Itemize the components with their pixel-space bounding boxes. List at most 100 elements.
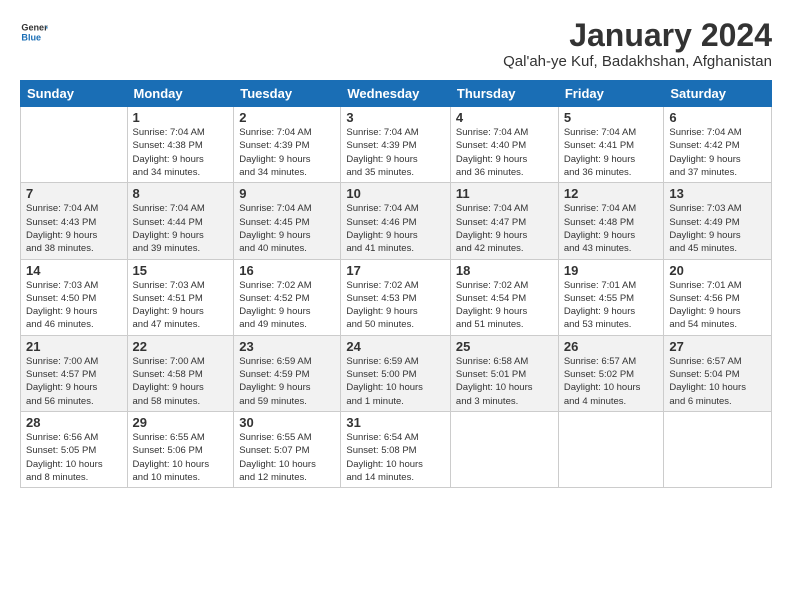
day-info: Sunrise: 7:01 AM Sunset: 4:56 PM Dayligh… <box>669 279 766 332</box>
day-info: Sunrise: 7:03 AM Sunset: 4:49 PM Dayligh… <box>669 202 766 255</box>
day-info: Sunrise: 6:55 AM Sunset: 5:06 PM Dayligh… <box>133 431 229 484</box>
table-row: 7Sunrise: 7:04 AM Sunset: 4:43 PM Daylig… <box>21 183 128 259</box>
week-row-4: 28Sunrise: 6:56 AM Sunset: 5:05 PM Dayli… <box>21 411 772 487</box>
day-number: 27 <box>669 339 766 354</box>
day-number: 2 <box>239 110 335 125</box>
table-row: 15Sunrise: 7:03 AM Sunset: 4:51 PM Dayli… <box>127 259 234 335</box>
table-row: 21Sunrise: 7:00 AM Sunset: 4:57 PM Dayli… <box>21 335 128 411</box>
day-info: Sunrise: 6:57 AM Sunset: 5:02 PM Dayligh… <box>564 355 659 408</box>
table-row: 1Sunrise: 7:04 AM Sunset: 4:38 PM Daylig… <box>127 107 234 183</box>
table-row: 27Sunrise: 6:57 AM Sunset: 5:04 PM Dayli… <box>664 335 772 411</box>
table-row: 3Sunrise: 7:04 AM Sunset: 4:39 PM Daylig… <box>341 107 451 183</box>
day-number: 28 <box>26 415 122 430</box>
day-info: Sunrise: 7:03 AM Sunset: 4:51 PM Dayligh… <box>133 279 229 332</box>
table-row <box>21 107 128 183</box>
day-number: 17 <box>346 263 445 278</box>
day-info: Sunrise: 6:56 AM Sunset: 5:05 PM Dayligh… <box>26 431 122 484</box>
table-row: 14Sunrise: 7:03 AM Sunset: 4:50 PM Dayli… <box>21 259 128 335</box>
col-monday: Monday <box>127 81 234 107</box>
day-info: Sunrise: 7:04 AM Sunset: 4:42 PM Dayligh… <box>669 126 766 179</box>
day-info: Sunrise: 6:57 AM Sunset: 5:04 PM Dayligh… <box>669 355 766 408</box>
day-info: Sunrise: 7:04 AM Sunset: 4:39 PM Dayligh… <box>239 126 335 179</box>
table-row: 22Sunrise: 7:00 AM Sunset: 4:58 PM Dayli… <box>127 335 234 411</box>
table-row: 10Sunrise: 7:04 AM Sunset: 4:46 PM Dayli… <box>341 183 451 259</box>
table-row: 18Sunrise: 7:02 AM Sunset: 4:54 PM Dayli… <box>450 259 558 335</box>
day-number: 21 <box>26 339 122 354</box>
day-number: 25 <box>456 339 553 354</box>
table-row <box>664 411 772 487</box>
day-number: 19 <box>564 263 659 278</box>
day-info: Sunrise: 7:04 AM Sunset: 4:44 PM Dayligh… <box>133 202 229 255</box>
col-saturday: Saturday <box>664 81 772 107</box>
table-row: 20Sunrise: 7:01 AM Sunset: 4:56 PM Dayli… <box>664 259 772 335</box>
day-info: Sunrise: 6:54 AM Sunset: 5:08 PM Dayligh… <box>346 431 445 484</box>
calendar-table: Sunday Monday Tuesday Wednesday Thursday… <box>20 80 772 488</box>
svg-text:Blue: Blue <box>21 32 41 42</box>
table-row: 5Sunrise: 7:04 AM Sunset: 4:41 PM Daylig… <box>558 107 664 183</box>
day-number: 30 <box>239 415 335 430</box>
day-number: 1 <box>133 110 229 125</box>
day-number: 6 <box>669 110 766 125</box>
table-row: 19Sunrise: 7:01 AM Sunset: 4:55 PM Dayli… <box>558 259 664 335</box>
day-info: Sunrise: 6:58 AM Sunset: 5:01 PM Dayligh… <box>456 355 553 408</box>
table-row: 29Sunrise: 6:55 AM Sunset: 5:06 PM Dayli… <box>127 411 234 487</box>
day-number: 29 <box>133 415 229 430</box>
day-number: 9 <box>239 186 335 201</box>
table-row: 13Sunrise: 7:03 AM Sunset: 4:49 PM Dayli… <box>664 183 772 259</box>
day-number: 31 <box>346 415 445 430</box>
page: General Blue January 2024 Qal'ah-ye Kuf,… <box>0 0 792 612</box>
day-info: Sunrise: 6:59 AM Sunset: 4:59 PM Dayligh… <box>239 355 335 408</box>
day-number: 22 <box>133 339 229 354</box>
table-row: 12Sunrise: 7:04 AM Sunset: 4:48 PM Dayli… <box>558 183 664 259</box>
col-thursday: Thursday <box>450 81 558 107</box>
day-info: Sunrise: 6:59 AM Sunset: 5:00 PM Dayligh… <box>346 355 445 408</box>
day-number: 4 <box>456 110 553 125</box>
col-wednesday: Wednesday <box>341 81 451 107</box>
header-row: Sunday Monday Tuesday Wednesday Thursday… <box>21 81 772 107</box>
day-info: Sunrise: 7:04 AM Sunset: 4:47 PM Dayligh… <box>456 202 553 255</box>
subtitle: Qal'ah-ye Kuf, Badakhshan, Afghanistan <box>503 53 772 70</box>
day-info: Sunrise: 7:04 AM Sunset: 4:40 PM Dayligh… <box>456 126 553 179</box>
table-row: 6Sunrise: 7:04 AM Sunset: 4:42 PM Daylig… <box>664 107 772 183</box>
day-info: Sunrise: 6:55 AM Sunset: 5:07 PM Dayligh… <box>239 431 335 484</box>
day-number: 7 <box>26 186 122 201</box>
col-sunday: Sunday <box>21 81 128 107</box>
day-number: 16 <box>239 263 335 278</box>
day-number: 26 <box>564 339 659 354</box>
table-row <box>558 411 664 487</box>
day-number: 5 <box>564 110 659 125</box>
day-number: 12 <box>564 186 659 201</box>
table-row: 9Sunrise: 7:04 AM Sunset: 4:45 PM Daylig… <box>234 183 341 259</box>
day-info: Sunrise: 7:04 AM Sunset: 4:39 PM Dayligh… <box>346 126 445 179</box>
logo: General Blue <box>20 18 48 46</box>
day-number: 15 <box>133 263 229 278</box>
day-info: Sunrise: 7:02 AM Sunset: 4:52 PM Dayligh… <box>239 279 335 332</box>
day-number: 18 <box>456 263 553 278</box>
day-number: 13 <box>669 186 766 201</box>
day-info: Sunrise: 7:02 AM Sunset: 4:54 PM Dayligh… <box>456 279 553 332</box>
table-row: 26Sunrise: 6:57 AM Sunset: 5:02 PM Dayli… <box>558 335 664 411</box>
day-number: 10 <box>346 186 445 201</box>
day-number: 24 <box>346 339 445 354</box>
table-row: 11Sunrise: 7:04 AM Sunset: 4:47 PM Dayli… <box>450 183 558 259</box>
table-row: 31Sunrise: 6:54 AM Sunset: 5:08 PM Dayli… <box>341 411 451 487</box>
week-row-2: 14Sunrise: 7:03 AM Sunset: 4:50 PM Dayli… <box>21 259 772 335</box>
table-row: 4Sunrise: 7:04 AM Sunset: 4:40 PM Daylig… <box>450 107 558 183</box>
table-row: 16Sunrise: 7:02 AM Sunset: 4:52 PM Dayli… <box>234 259 341 335</box>
day-number: 14 <box>26 263 122 278</box>
day-number: 11 <box>456 186 553 201</box>
day-info: Sunrise: 7:04 AM Sunset: 4:41 PM Dayligh… <box>564 126 659 179</box>
table-row: 25Sunrise: 6:58 AM Sunset: 5:01 PM Dayli… <box>450 335 558 411</box>
table-row <box>450 411 558 487</box>
week-row-0: 1Sunrise: 7:04 AM Sunset: 4:38 PM Daylig… <box>21 107 772 183</box>
day-number: 8 <box>133 186 229 201</box>
table-row: 24Sunrise: 6:59 AM Sunset: 5:00 PM Dayli… <box>341 335 451 411</box>
day-number: 20 <box>669 263 766 278</box>
table-row: 30Sunrise: 6:55 AM Sunset: 5:07 PM Dayli… <box>234 411 341 487</box>
col-friday: Friday <box>558 81 664 107</box>
svg-text:General: General <box>21 23 48 33</box>
day-info: Sunrise: 7:01 AM Sunset: 4:55 PM Dayligh… <box>564 279 659 332</box>
col-tuesday: Tuesday <box>234 81 341 107</box>
table-row: 17Sunrise: 7:02 AM Sunset: 4:53 PM Dayli… <box>341 259 451 335</box>
day-info: Sunrise: 7:04 AM Sunset: 4:48 PM Dayligh… <box>564 202 659 255</box>
